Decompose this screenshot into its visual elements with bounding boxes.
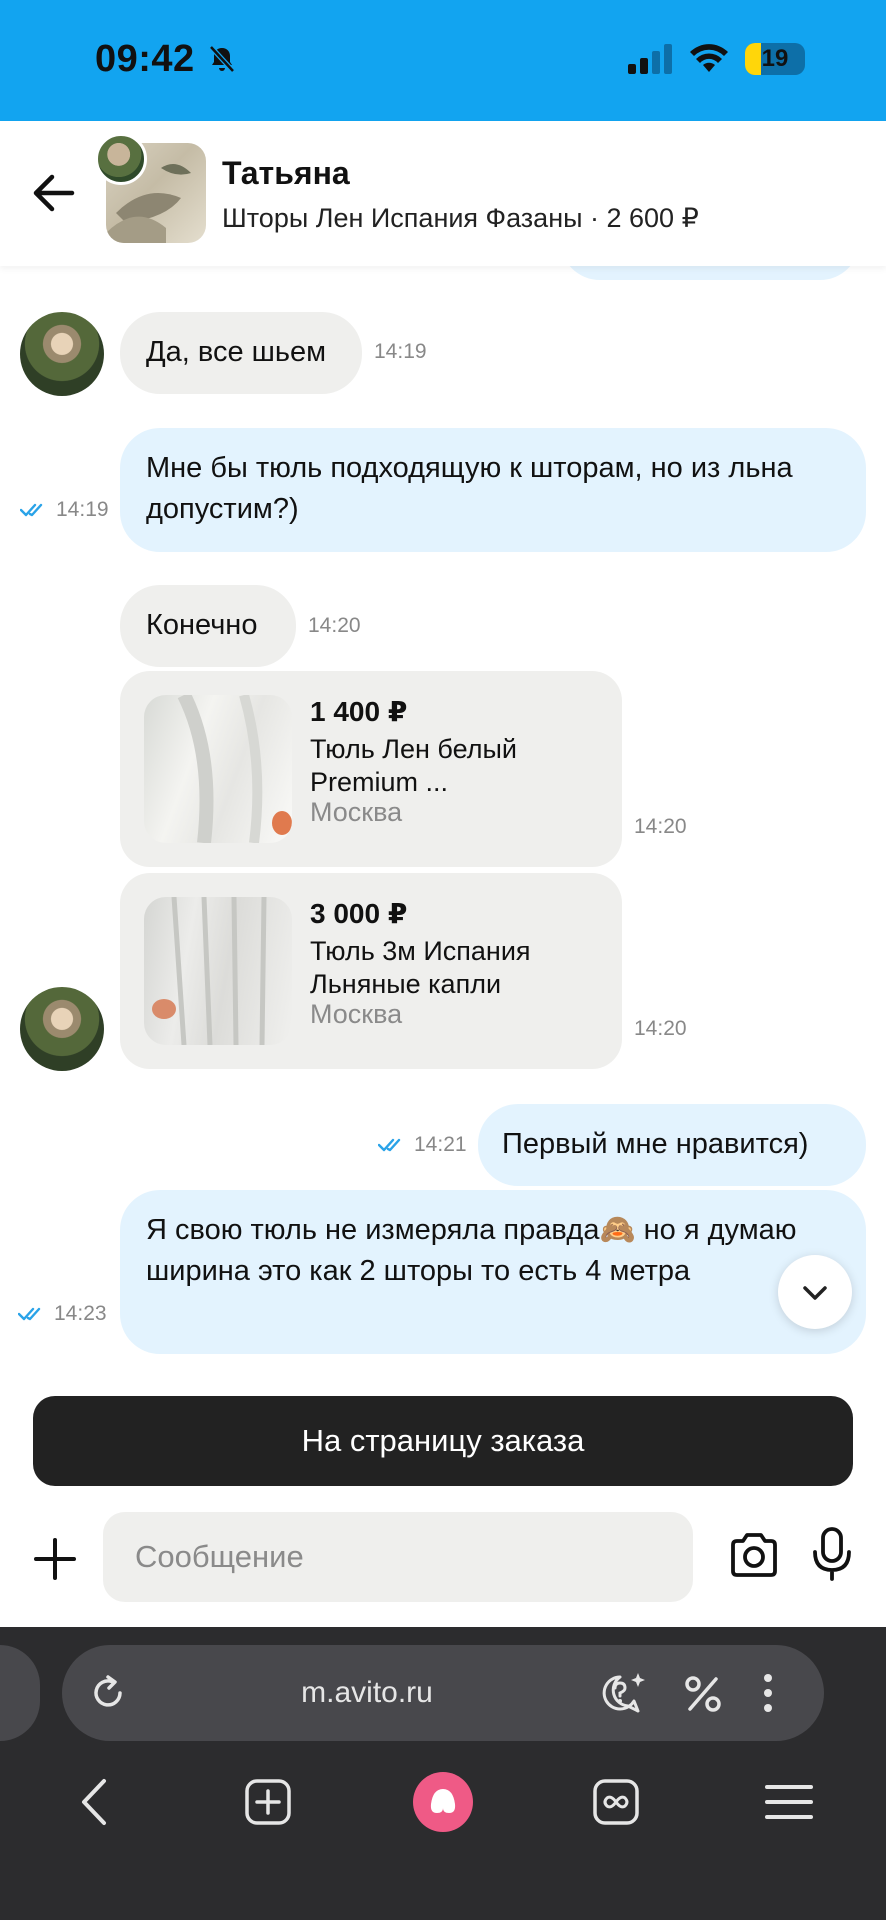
listing-price: 3 000 ₽ xyxy=(310,898,408,929)
message-bubble-incoming: Да, все шьем xyxy=(120,312,362,394)
address-bar[interactable]: m.avito.ru xyxy=(62,1645,824,1741)
message-bubble-outgoing: Первый мне нравится) xyxy=(478,1104,866,1186)
tabs-icon[interactable] xyxy=(592,1778,640,1826)
message-bubble-outgoing: Я свою тюль не измеряла правда🙈 но я дум… xyxy=(120,1190,866,1354)
message-input[interactable] xyxy=(103,1512,693,1602)
listing-title: Тюль Лен белый Premium ... xyxy=(310,734,517,797)
bell-muted-icon xyxy=(209,45,235,73)
alice-icon xyxy=(430,1789,456,1813)
seller-name[interactable]: Татьяна xyxy=(222,155,350,192)
double-check-icon xyxy=(18,1308,41,1321)
message-text: Конечно xyxy=(146,609,258,641)
browser-back-icon[interactable] xyxy=(78,1777,112,1827)
seller-avatar xyxy=(95,133,147,185)
message-status: 14:23 xyxy=(18,1302,107,1326)
listing-card-image xyxy=(144,695,292,843)
message-time: 14:19 xyxy=(374,340,427,363)
battery-level: 19 xyxy=(761,45,789,72)
double-check-icon xyxy=(20,504,43,517)
alice-assistant-button[interactable] xyxy=(413,1772,473,1832)
message-bubble-outgoing: Мне бы тюль подходящую к шторам, но из л… xyxy=(120,428,866,552)
wifi-icon xyxy=(690,44,728,72)
message-bubble-incoming: Конечно xyxy=(120,585,296,667)
message-text: Я свою тюль не измеряла правда🙈 но я дум… xyxy=(146,1214,797,1287)
message-time: 14:20 xyxy=(634,1017,687,1040)
camera-icon[interactable] xyxy=(728,1531,780,1579)
message-time: 14:19 xyxy=(56,498,109,521)
status-time: 09:42 xyxy=(95,38,195,80)
chat-header: Татьяна Шторы Лен Испания Фазаны · 2 600… xyxy=(0,121,886,266)
message-time: 14:21 xyxy=(414,1133,467,1156)
battery-indicator: 19 xyxy=(745,43,805,75)
listing-city: Москва xyxy=(310,999,403,1029)
scroll-to-bottom-button[interactable] xyxy=(778,1255,852,1329)
listing-card[interactable]: 3 000 ₽ Тюль 3м Испания Льняные капли Мо… xyxy=(120,873,622,1069)
order-page-button[interactable]: На страницу заказа xyxy=(33,1396,853,1486)
message-time: 14:23 xyxy=(54,1302,107,1325)
listing-title[interactable]: Шторы Лен Испания Фазаны · 2 600 ₽ xyxy=(222,203,699,234)
avatar xyxy=(20,312,104,396)
message-text: Первый мне нравится) xyxy=(502,1128,809,1160)
back-arrow-icon[interactable] xyxy=(30,171,76,215)
avatar xyxy=(20,987,104,1071)
message-time: 14:20 xyxy=(308,614,361,637)
chevron-down-icon xyxy=(803,1286,827,1300)
message-text: Да, все шьем xyxy=(146,336,327,368)
message-status: 14:21 xyxy=(378,1133,467,1157)
plus-icon[interactable] xyxy=(30,1534,80,1584)
cellular-signal-icon xyxy=(628,44,672,74)
message-status: 14:19 xyxy=(20,498,109,522)
url-text[interactable]: m.avito.ru xyxy=(62,1645,672,1741)
microphone-icon[interactable] xyxy=(810,1526,854,1582)
new-tab-icon[interactable] xyxy=(244,1778,292,1826)
double-check-icon xyxy=(378,1139,401,1152)
listing-title: Тюль 3м Испания Льняные капли xyxy=(310,936,531,999)
listing-price: 1 400 ₽ xyxy=(310,696,408,727)
previous-tab[interactable] xyxy=(0,1645,40,1741)
listing-card-image xyxy=(144,897,292,1045)
listing-card[interactable]: 1 400 ₽ Тюль Лен белый Premium ... Москв… xyxy=(120,671,622,867)
menu-icon[interactable] xyxy=(764,1782,814,1822)
listing-city: Москва xyxy=(310,797,403,827)
message-text: Мне бы тюль подходящую к шторам, но из л… xyxy=(146,452,793,525)
message-time: 14:20 xyxy=(634,815,687,838)
status-bar: 09:42 19 xyxy=(0,0,886,121)
ai-help-icon[interactable] xyxy=(598,1671,646,1715)
percent-icon[interactable] xyxy=(684,1675,722,1713)
browser-toolbar: m.avito.ru xyxy=(0,1627,886,1920)
more-vertical-icon[interactable] xyxy=(762,1673,774,1713)
